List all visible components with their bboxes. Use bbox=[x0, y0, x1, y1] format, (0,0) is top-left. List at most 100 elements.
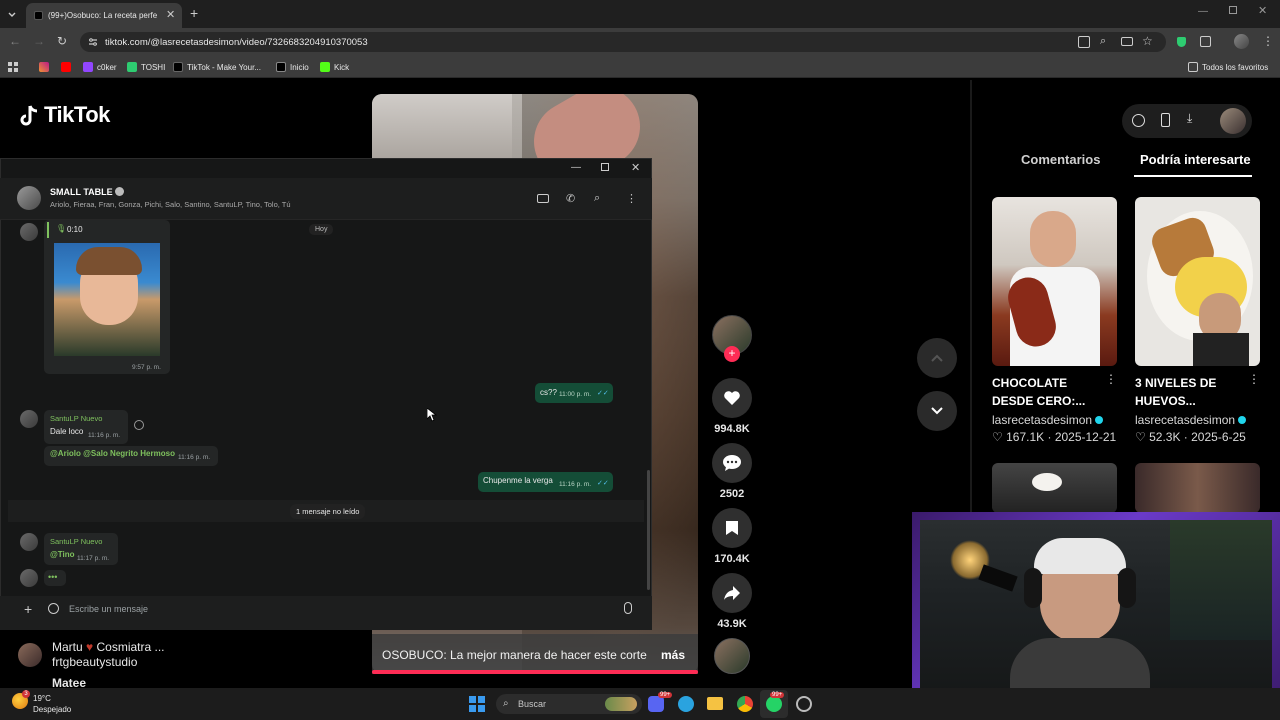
next-video-button[interactable] bbox=[917, 391, 957, 431]
extensions-icon[interactable] bbox=[1200, 36, 1211, 47]
taskbar-search-text[interactable]: Buscar bbox=[518, 699, 546, 709]
url-text[interactable]: tiktok.com/@lasrecetasdesimon/video/7326… bbox=[105, 37, 368, 48]
card-author[interactable]: lasrecetasdesimon bbox=[992, 413, 1104, 427]
chrome-icon[interactable] bbox=[737, 696, 753, 712]
comment-button[interactable] bbox=[712, 443, 752, 483]
chat-search-icon[interactable]: ⌕ bbox=[594, 192, 600, 205]
video-card-thumbnail[interactable] bbox=[1135, 197, 1260, 366]
bookmark-kick[interactable]: Kick bbox=[320, 62, 349, 72]
message-time: 11:16 p. m. bbox=[178, 454, 211, 461]
sidebar-user-handle[interactable]: frtgbeautystudio bbox=[52, 655, 137, 669]
forward-icon[interactable]: → bbox=[33, 34, 45, 48]
heart-emoji-icon: ♥ bbox=[86, 640, 94, 654]
bookmark-x[interactable]: Inicio bbox=[276, 62, 309, 72]
window-close-icon[interactable]: ✕ bbox=[1258, 4, 1267, 17]
message-mentions[interactable]: @Tino bbox=[50, 550, 75, 559]
profile-avatar[interactable] bbox=[1234, 34, 1249, 49]
tab-search-icon[interactable] bbox=[6, 8, 18, 20]
sidebar-user-avatar[interactable] bbox=[18, 643, 42, 667]
video-card-thumbnail[interactable] bbox=[992, 463, 1117, 513]
wa-minimize-icon[interactable]: — bbox=[571, 162, 581, 173]
bookmark-tiktok[interactable]: TikTok - Make Your... bbox=[173, 62, 261, 72]
user-avatar[interactable] bbox=[1220, 108, 1246, 134]
video-card-title[interactable]: 3 NIVELES DE HUEVOS... bbox=[1135, 374, 1245, 410]
new-tab-icon[interactable]: + bbox=[190, 5, 198, 21]
attach-plus-icon[interactable]: + bbox=[24, 601, 32, 617]
tab-close-icon[interactable]: ✕ bbox=[166, 8, 175, 21]
react-emoji-icon[interactable] bbox=[134, 420, 144, 430]
emoji-icon[interactable] bbox=[48, 603, 59, 614]
browser-tab[interactable]: (99+)Osobuco: La receta perfe ✕ bbox=[26, 3, 182, 28]
sender-avatar[interactable] bbox=[20, 533, 38, 551]
tab-comments[interactable]: Comentarios bbox=[1021, 152, 1100, 167]
follow-plus-icon[interactable]: + bbox=[724, 346, 740, 362]
weather-description[interactable]: Despejado bbox=[33, 705, 71, 714]
download-icon[interactable]: ⤓ bbox=[1187, 111, 1192, 126]
sticker-image[interactable] bbox=[54, 243, 160, 356]
video-card-thumbnail[interactable] bbox=[1135, 463, 1260, 513]
browser-menu-icon[interactable]: ⋮ bbox=[1262, 34, 1274, 48]
sender-avatar[interactable] bbox=[20, 569, 38, 587]
back-icon[interactable]: ← bbox=[9, 34, 21, 48]
windows-start-icon[interactable] bbox=[469, 696, 485, 712]
bookmark-toshi[interactable]: TOSHI bbox=[127, 62, 165, 72]
sidebar-user-name[interactable]: Martu ♥ Cosmiatra ... bbox=[52, 640, 165, 654]
minimize-icon[interactable]: — bbox=[1198, 6, 1208, 17]
bookmark-star-icon[interactable]: ☆ bbox=[1142, 34, 1153, 48]
cast-icon[interactable] bbox=[1121, 37, 1133, 46]
steam-icon[interactable] bbox=[796, 696, 812, 712]
message-input[interactable]: Escribe un mensaje bbox=[69, 604, 148, 614]
all-bookmarks[interactable]: Todos los favoritos bbox=[1188, 62, 1268, 72]
apps-grid-icon[interactable] bbox=[8, 62, 18, 72]
save-button[interactable] bbox=[712, 508, 752, 548]
chat-scrollbar[interactable] bbox=[647, 470, 650, 590]
music-disc-avatar[interactable] bbox=[714, 638, 750, 674]
discord-icon[interactable] bbox=[648, 696, 664, 712]
message-mentions[interactable]: @Ariolo @Salo Negrito Hermoso bbox=[50, 449, 175, 458]
wa-close-icon[interactable]: ✕ bbox=[631, 161, 640, 174]
whatsapp-badge: 99+ bbox=[770, 692, 785, 698]
sender-avatar[interactable] bbox=[20, 223, 38, 241]
wa-maximize-icon[interactable] bbox=[601, 163, 609, 171]
group-avatar[interactable] bbox=[17, 186, 41, 210]
comment-count: 2502 bbox=[719, 488, 745, 500]
instagram-icon[interactable] bbox=[39, 62, 49, 72]
bookmark-c0ker[interactable]: c0ker bbox=[83, 62, 117, 72]
youtube-icon[interactable] bbox=[61, 62, 71, 72]
previous-video-button[interactable] bbox=[917, 338, 957, 378]
like-button[interactable] bbox=[712, 378, 752, 418]
chat-header[interactable] bbox=[0, 178, 652, 220]
sender-avatar[interactable] bbox=[20, 410, 38, 428]
card-more-icon[interactable]: ⋮ bbox=[1105, 372, 1117, 386]
chat-menu-icon[interactable]: ⋮ bbox=[626, 192, 637, 205]
extension-shield-icon[interactable] bbox=[1177, 37, 1186, 47]
video-card-title[interactable]: CHOCOLATE DESDE CERO:... bbox=[992, 374, 1102, 410]
site-info-icon[interactable] bbox=[88, 37, 98, 47]
compass-icon[interactable] bbox=[1132, 114, 1145, 127]
share-button[interactable] bbox=[712, 573, 752, 613]
translate-icon[interactable] bbox=[1078, 36, 1090, 48]
telegram-icon[interactable] bbox=[678, 696, 694, 712]
more-link[interactable]: más bbox=[661, 648, 685, 662]
like-count: 994.8K bbox=[714, 423, 750, 435]
card-author[interactable]: lasrecetasdesimon bbox=[1135, 413, 1247, 427]
video-call-icon[interactable] bbox=[537, 194, 549, 203]
video-progress-bar[interactable] bbox=[372, 670, 698, 674]
weather-temperature[interactable]: 19°C bbox=[33, 694, 51, 703]
reload-icon[interactable]: ↻ bbox=[57, 34, 67, 48]
tiktok-logo-text[interactable]: TikTok bbox=[44, 102, 110, 128]
maximize-icon[interactable] bbox=[1229, 6, 1237, 14]
tab-podria-interesarte[interactable]: Podría interesarte bbox=[1140, 152, 1251, 167]
voice-call-icon[interactable]: ✆ bbox=[566, 192, 575, 205]
sender-name[interactable]: SantuLP Nuevo bbox=[50, 414, 102, 423]
weather-badge: 3 bbox=[22, 690, 30, 698]
file-explorer-icon[interactable] bbox=[707, 697, 723, 710]
video-card-thumbnail[interactable] bbox=[992, 197, 1117, 366]
card-stats: ♡ 167.1K · 2025-12-21 bbox=[992, 430, 1117, 444]
sender-name[interactable]: SantuLP Nuevo bbox=[50, 537, 102, 546]
card-more-icon[interactable]: ⋮ bbox=[1248, 372, 1260, 386]
group-name[interactable]: SMALL TABLE bbox=[50, 187, 125, 197]
microphone-icon[interactable] bbox=[624, 602, 632, 614]
zoom-icon[interactable]: ⌕ bbox=[1100, 35, 1106, 48]
phone-app-icon[interactable] bbox=[1161, 113, 1170, 127]
